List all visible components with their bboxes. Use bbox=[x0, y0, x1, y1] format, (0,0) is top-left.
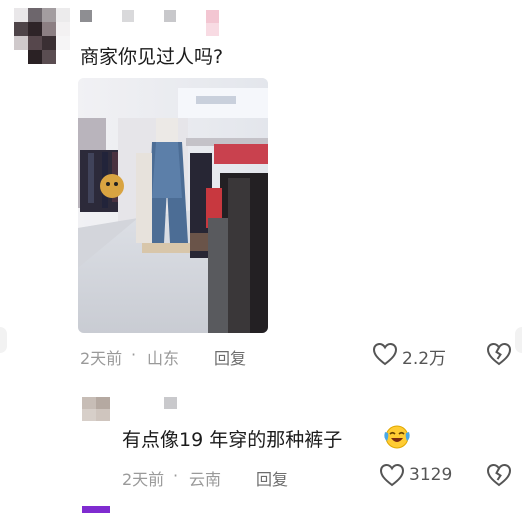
comment-image[interactable] bbox=[78, 78, 268, 333]
comment-location: 山东 bbox=[147, 349, 180, 368]
broken-heart-icon[interactable] bbox=[486, 342, 512, 366]
username-censored[interactable] bbox=[164, 397, 177, 409]
meta-separator: · bbox=[131, 345, 137, 364]
avatar[interactable] bbox=[14, 8, 70, 64]
crying-laughing-emoji-icon bbox=[384, 425, 410, 449]
comment-time: 2天前 bbox=[80, 349, 123, 368]
comment-location: 云南 bbox=[189, 470, 222, 489]
reply-button[interactable]: 回复 bbox=[214, 345, 246, 369]
comment-time: 2天前 bbox=[122, 470, 165, 489]
scroll-edge-left bbox=[0, 327, 7, 353]
reply-button[interactable]: 回复 bbox=[256, 466, 288, 490]
heart-outline-icon[interactable] bbox=[372, 342, 398, 366]
comment-text: 有点像19 年穿的那种裤子 bbox=[122, 429, 343, 451]
avatar[interactable] bbox=[82, 506, 110, 513]
avatar[interactable] bbox=[82, 397, 110, 421]
like-count: 3129 bbox=[409, 465, 453, 485]
like-count: 2.2万 bbox=[402, 349, 447, 369]
heart-outline-icon[interactable] bbox=[379, 463, 405, 487]
scroll-edge-right bbox=[515, 327, 522, 353]
broken-heart-icon[interactable] bbox=[486, 463, 512, 487]
user-badge bbox=[206, 10, 219, 36]
comment-text: 商家你见过人吗? bbox=[80, 46, 224, 68]
meta-separator: · bbox=[173, 466, 179, 485]
